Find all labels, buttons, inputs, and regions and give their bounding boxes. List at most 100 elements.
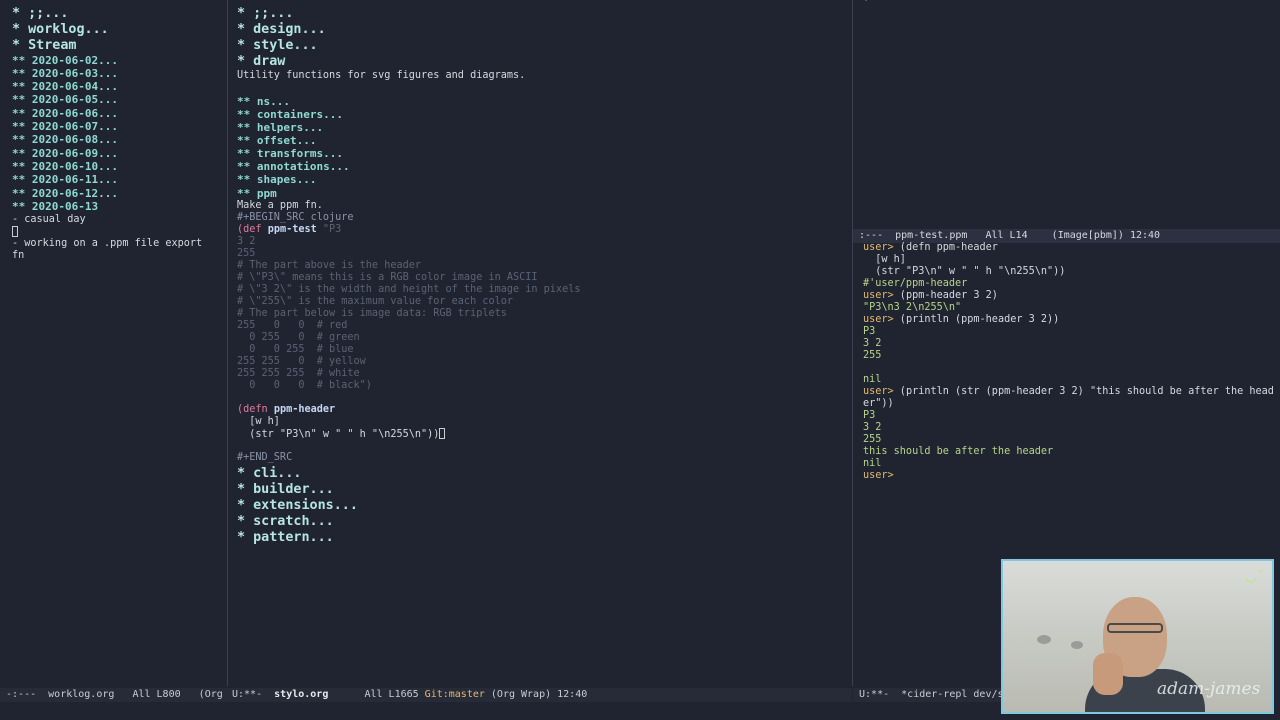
repl-line: nil — [863, 458, 882, 469]
outline-line[interactable]: ** 2020-06-10... — [12, 161, 118, 173]
outline-line[interactable]: ** 2020-06-09... — [12, 148, 118, 160]
repl-line: this should be after the header — [863, 446, 1054, 457]
heading-builder[interactable]: * builder... — [237, 482, 334, 498]
ceiling-light — [1071, 641, 1083, 649]
def-name: ppm-test — [267, 224, 317, 235]
subheading-ns[interactable]: ** ns... — [237, 96, 290, 108]
repl-line: user> — [863, 470, 894, 481]
code-line: # The part below is image data: RGB trip… — [237, 308, 507, 319]
subheading-transforms[interactable]: ** transforms... — [237, 148, 343, 160]
def-line: (def ppm-test "P3 — [237, 224, 341, 236]
repl-line: #'user/ppm-header — [863, 278, 968, 289]
modeline-mode: (Org Wrap) 12:40 — [484, 689, 588, 700]
outline-line[interactable]: ** 2020-06-13 — [12, 201, 98, 213]
outline-line: fn — [12, 250, 25, 261]
def-keyword: (def — [237, 224, 262, 235]
smiley-icon: ◡̈ — [1246, 567, 1256, 586]
repl-line: 255 — [863, 350, 882, 361]
heading-style[interactable]: * style... — [237, 38, 318, 54]
modeline-filename: stylo.org — [274, 689, 329, 700]
repl-line: [w h] — [863, 254, 906, 265]
code-line: # \"255\" is the maximum value for each … — [237, 296, 514, 307]
defn-keyword: (defn — [237, 404, 268, 415]
repl-line: user> (println (str (ppm-header 3 2) "th… — [863, 386, 1274, 397]
outline-line: - working on a .ppm file export — [12, 238, 203, 249]
modeline-position: All L1665 — [328, 689, 425, 700]
outline-line[interactable]: ** 2020-06-08... — [12, 134, 118, 146]
heading-design[interactable]: * design... — [237, 22, 326, 38]
text-cursor — [12, 226, 18, 237]
code-line: 255 0 0 # red — [237, 320, 348, 331]
subheading-ppm[interactable]: ** ppm — [237, 188, 277, 200]
heading-extensions[interactable]: * extensions... — [237, 498, 358, 514]
outline-line[interactable]: ** 2020-06-04... — [12, 81, 118, 93]
code-line: 0 255 0 # green — [237, 332, 360, 343]
defn-name: ppm-header — [273, 404, 336, 415]
repl-line: "P3\n3 2\n255\n" — [863, 302, 962, 313]
repl-line: er")) — [863, 398, 894, 409]
outline-line[interactable]: ** 2020-06-06... — [12, 108, 118, 120]
outline-line: - casual day — [12, 214, 86, 225]
image-buffer-marker: · — [863, 0, 870, 7]
defn-args: [w h] — [237, 416, 280, 427]
repl-line: user> (ppm-header 3 2) — [863, 290, 998, 301]
worklog-pane[interactable]: * ;;... * worklog... * Stream ** 2020-06-02… — [0, 0, 227, 686]
def-string-start: "P3 — [322, 224, 342, 235]
repl-line: 3 2 — [863, 422, 882, 433]
watermark: adam-james — [1157, 679, 1261, 699]
repl-line: user> (println (ppm-header 3 2)) — [863, 314, 1060, 325]
code-line: 255 — [237, 248, 256, 259]
code-line: 3 2 — [237, 236, 256, 247]
code-line: 255 255 255 # white — [237, 368, 360, 379]
webcam-overlay: ◡̈ adam-james — [1001, 559, 1274, 714]
text-cursor — [439, 428, 446, 439]
worklog-modeline[interactable]: -:--- worklog.org All L800 (Org — [0, 688, 232, 702]
repl-line: P3 — [863, 326, 876, 337]
subheading-helpers[interactable]: ** helpers... — [237, 122, 323, 134]
outline-line[interactable]: ** 2020-06-12... — [12, 188, 118, 200]
outline-line[interactable]: ** 2020-06-02... — [12, 55, 118, 67]
defn-body-line: (str "P3\n" w " " h "\n255\n")) — [237, 428, 446, 440]
git-branch[interactable]: Git:master — [425, 689, 485, 700]
repl-modeline[interactable]: U:**- *cider-repl dev/s — [853, 688, 1001, 702]
subheading-containers[interactable]: ** containers... — [237, 109, 343, 121]
modeline-state: U:**- — [232, 689, 275, 700]
repl-line: 3 2 — [863, 338, 882, 349]
code-line: # \"P3\" means this is a RGB color image… — [237, 272, 538, 283]
code-line: 0 0 255 # blue — [237, 344, 354, 355]
subheading-shapes[interactable]: ** shapes... — [237, 174, 316, 186]
end-src-marker: #+END_SRC — [237, 452, 293, 463]
person-hand — [1093, 653, 1123, 695]
subheading-annotations[interactable]: ** annotations... — [237, 161, 350, 173]
code-line: # The part above is the header — [237, 260, 422, 271]
outline-line[interactable]: * Stream — [12, 38, 77, 54]
ceiling-light — [1037, 635, 1051, 644]
subheading-offset[interactable]: ** offset... — [237, 135, 316, 147]
heading-cli[interactable]: * cli... — [237, 466, 302, 482]
draw-description: Utility functions for svg figures and di… — [237, 70, 526, 81]
outline-line[interactable]: * ;;... — [12, 6, 68, 22]
repl-line: (str "P3\n" w " " h "\n255\n")) — [863, 266, 1066, 277]
heading-pattern[interactable]: * pattern... — [237, 530, 334, 546]
heading-ellipsis[interactable]: * ;;... — [237, 6, 293, 22]
repl-line: nil — [863, 374, 882, 385]
outline-line[interactable]: ** 2020-06-07... — [12, 121, 118, 133]
begin-src-marker: #+BEGIN_SRC clojure — [237, 212, 354, 223]
defn-line: (defn ppm-header — [237, 404, 335, 416]
code-line: 0 0 0 # black") — [237, 380, 372, 391]
heading-draw[interactable]: * draw — [237, 54, 285, 70]
stylo-modeline[interactable]: U:**- stylo.org All L1665 Git:master (Or… — [232, 688, 852, 702]
outline-line[interactable]: * worklog... — [12, 22, 109, 38]
heading-scratch[interactable]: * scratch... — [237, 514, 334, 530]
defn-body: (str "P3\n" w " " h "\n255\n")) — [237, 429, 440, 440]
ppm-test-modeline[interactable]: :--- ppm-test.ppm All L14 (Image[pbm]) 1… — [853, 229, 1280, 243]
outline-line[interactable]: ** 2020-06-11... — [12, 174, 118, 186]
stylo-pane[interactable]: * ;;... * design... * style... * draw Ut… — [228, 0, 852, 686]
outline-line[interactable]: ** 2020-06-05... — [12, 94, 118, 106]
repl-line: P3 — [863, 410, 876, 421]
outline-line[interactable]: ** 2020-06-03... — [12, 68, 118, 80]
repl-line: user> (defn ppm-header — [863, 242, 998, 253]
outline-line — [12, 226, 18, 238]
ppm-description: Make a ppm fn. — [237, 200, 323, 211]
code-line: 255 255 0 # yellow — [237, 356, 366, 367]
